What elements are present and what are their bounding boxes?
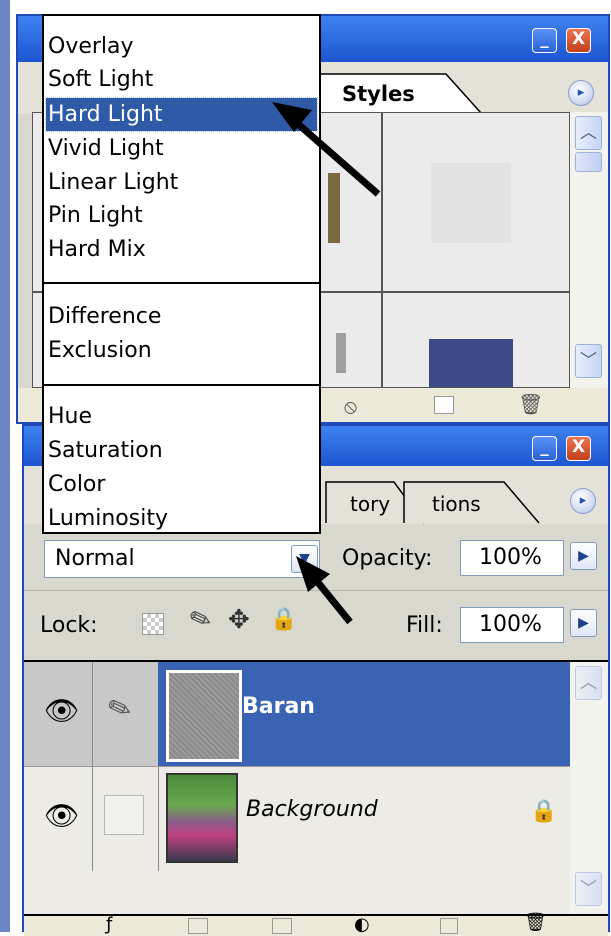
annotation-arrows <box>272 102 381 625</box>
arrow-to-dropdown-button <box>296 556 353 625</box>
arrow-to-hard-light <box>272 102 381 197</box>
